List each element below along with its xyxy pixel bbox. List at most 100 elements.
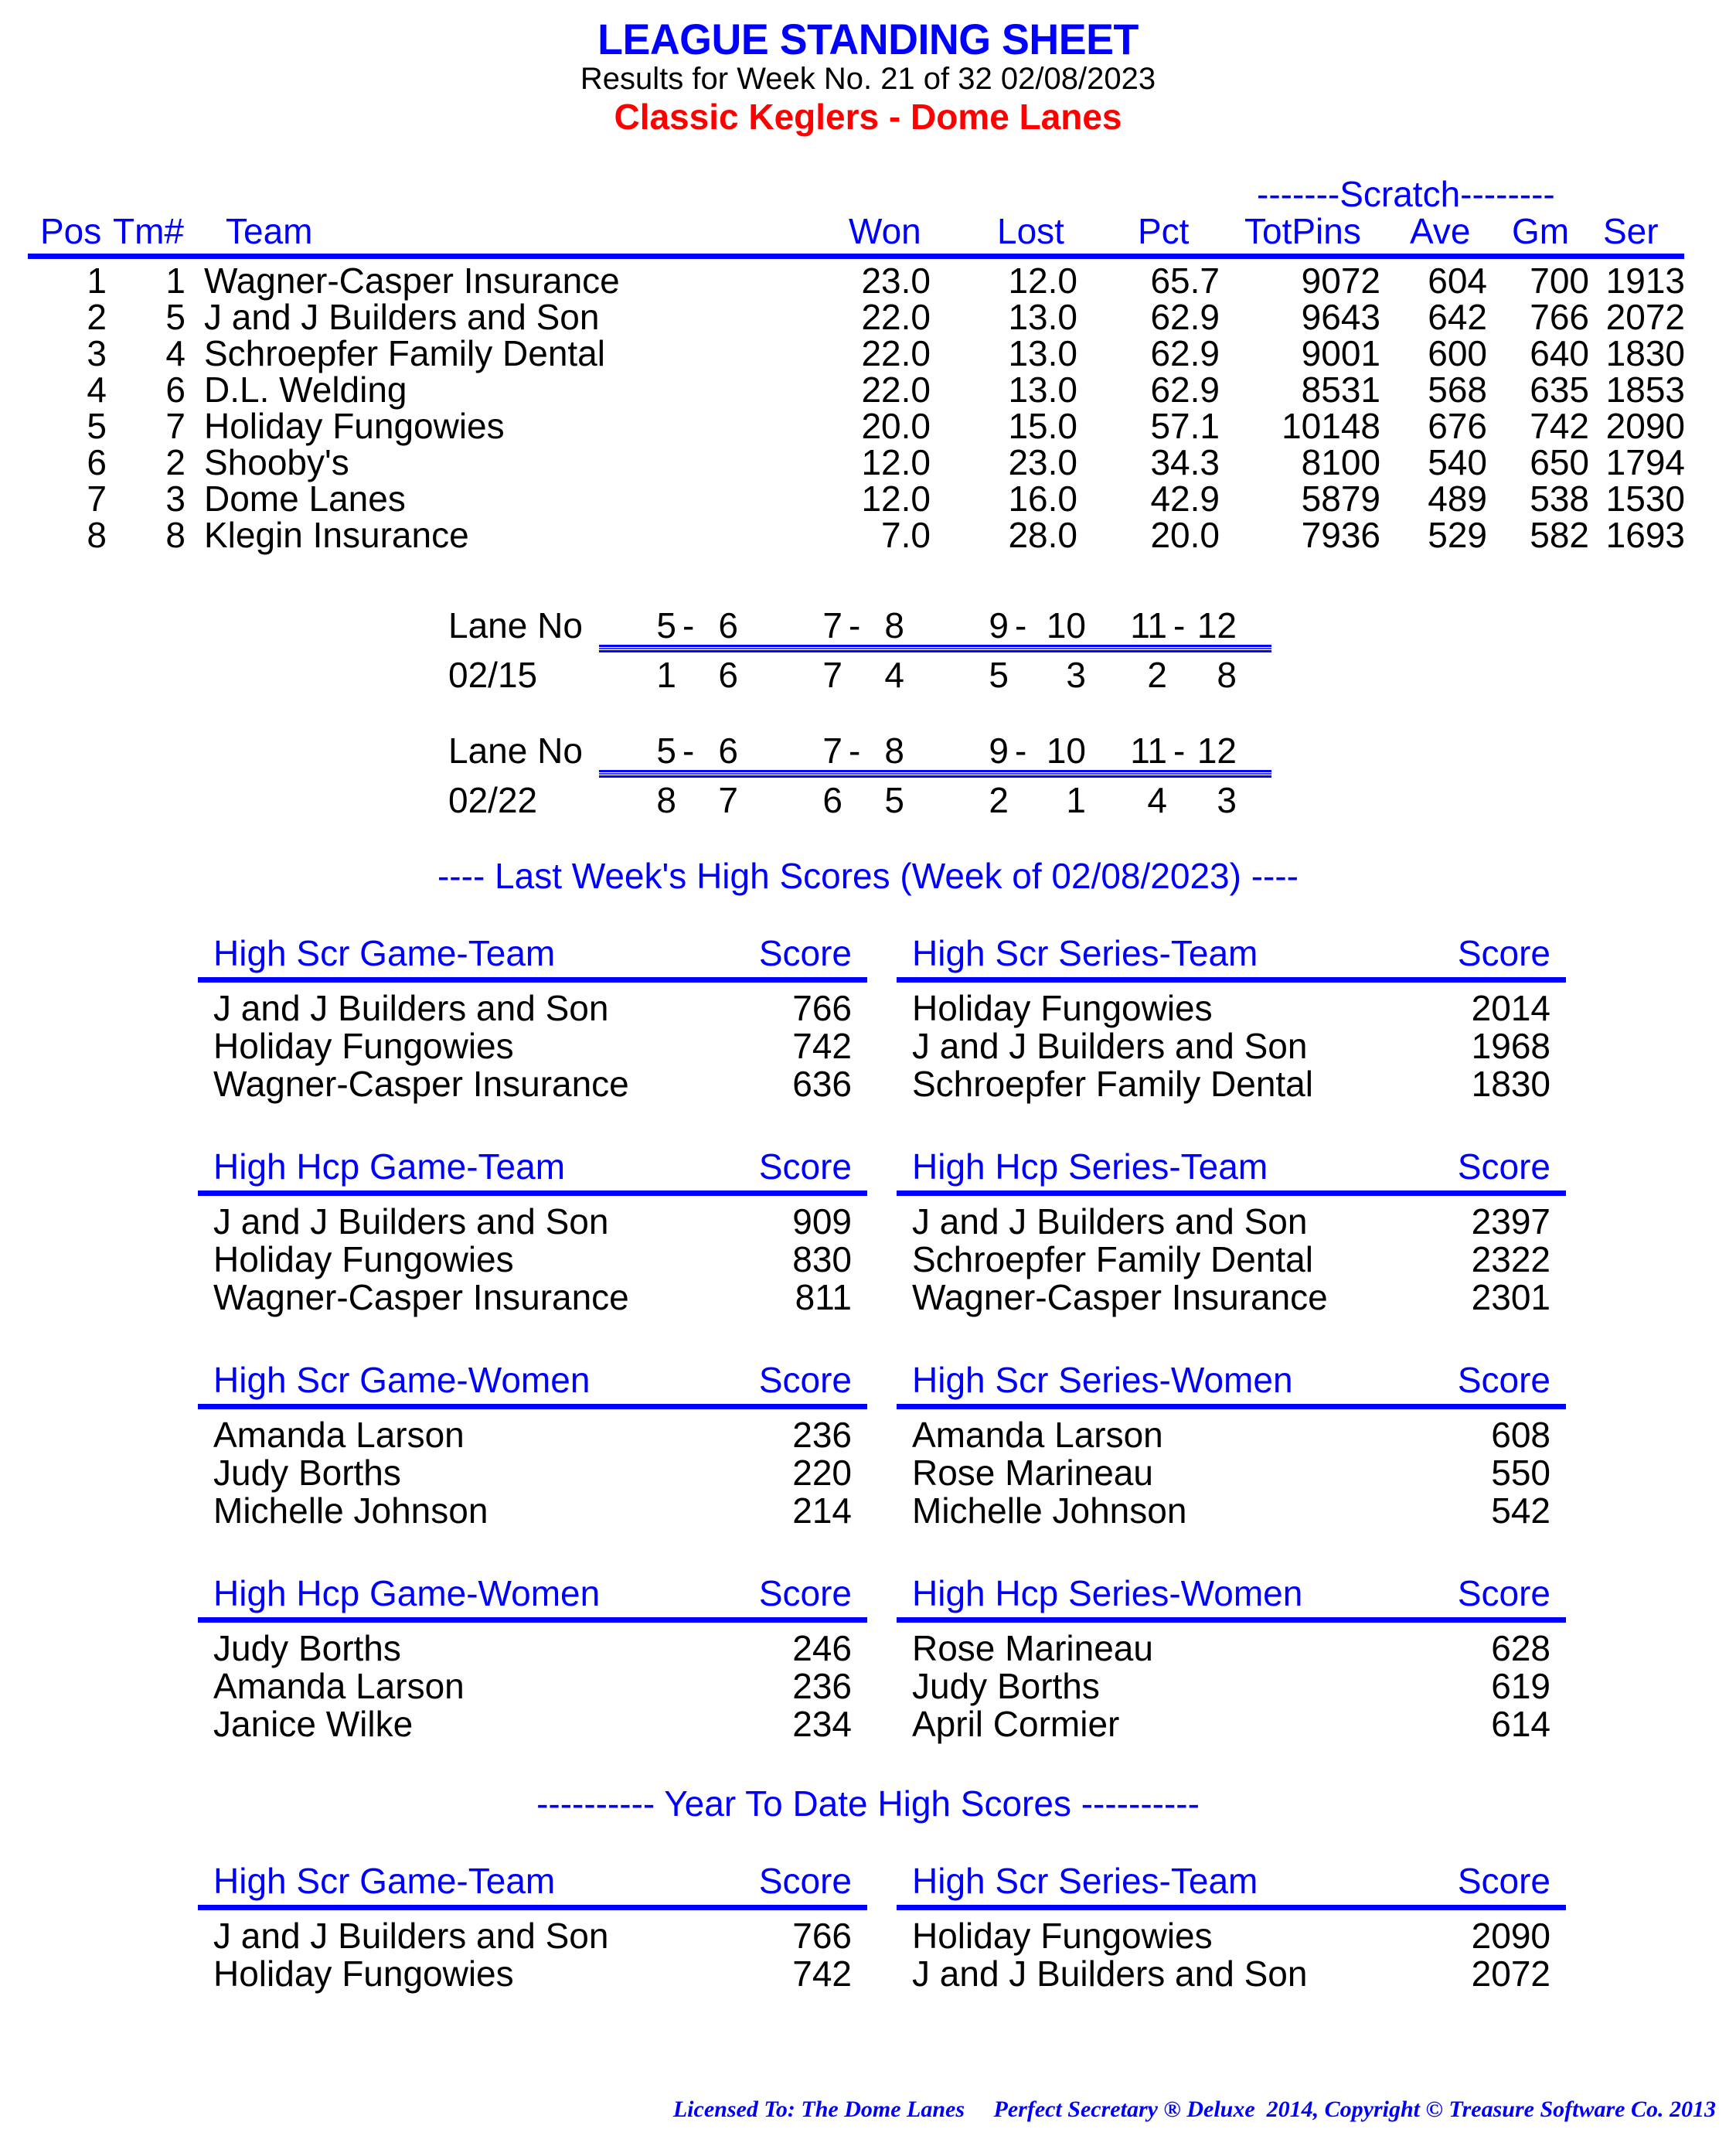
- pct-cell: 65.7: [1150, 261, 1220, 301]
- col-pct: Pct: [1138, 211, 1190, 251]
- lane-number: 6: [718, 731, 738, 771]
- score-column-label: Score: [758, 933, 852, 973]
- team-number: 3: [1066, 655, 1086, 695]
- standings-row: 7 3 Dome Lanes 12.0 16.0 42.9 5879 489 5…: [0, 478, 1736, 519]
- standings-row: 1 1 Wagner-Casper Insurance 23.0 12.0 65…: [0, 260, 1736, 301]
- lost-cell: 13.0: [1008, 370, 1077, 410]
- high-score-row: Judy Borths 220: [198, 1447, 867, 1493]
- pos-cell: 2: [87, 297, 107, 337]
- team-number: 8: [1217, 655, 1237, 695]
- high-score-header: High Scr Game-Team Score: [198, 932, 867, 976]
- lane-number: 7: [822, 731, 842, 771]
- high-score-box: High Scr Series-Team Score Holiday Fungo…: [897, 932, 1566, 1104]
- lost-cell: 12.0: [1008, 261, 1077, 301]
- ave-cell: 642: [1428, 297, 1487, 337]
- col-gm: Gm: [1512, 211, 1570, 251]
- high-score-row: April Cormier 614: [897, 1698, 1566, 1744]
- high-score-row: Schroepfer Family Dental 2322: [897, 1234, 1566, 1279]
- score-value: 234: [792, 1704, 852, 1744]
- lane-separator: -: [849, 731, 861, 771]
- gm-cell: 538: [1530, 479, 1589, 519]
- high-score-rule: [198, 1905, 867, 1910]
- totpins-cell: 10148: [1282, 406, 1380, 446]
- high-score-category: High Hcp Series-Women: [912, 1573, 1303, 1613]
- high-score-category: High Hcp Game-Women: [213, 1573, 601, 1613]
- high-score-row: J and J Builders and Son 909: [198, 1196, 867, 1242]
- lane-number: 9: [989, 731, 1009, 771]
- lane-rule: [599, 645, 1271, 652]
- lost-cell: 28.0: [1008, 515, 1077, 555]
- col-tm: Tm#: [113, 211, 184, 251]
- high-score-box: High Scr Series-Team Score Holiday Fungo…: [897, 1860, 1566, 1994]
- lane-number: 6: [718, 605, 738, 646]
- won-cell: 7.0: [881, 515, 931, 555]
- high-score-row: Wagner-Casper Insurance 811: [198, 1272, 867, 1317]
- team-number: 8: [656, 780, 676, 820]
- bowler-name: Janice Wilke: [213, 1704, 414, 1744]
- pct-cell: 42.9: [1150, 479, 1220, 519]
- ave-cell: 529: [1428, 515, 1487, 555]
- col-ave: Ave: [1410, 211, 1471, 251]
- high-score-rule: [897, 1191, 1566, 1196]
- high-score-category: High Scr Series-Team: [912, 933, 1258, 973]
- ser-cell: 1693: [1605, 515, 1685, 555]
- high-score-rule: [198, 977, 867, 983]
- lane-separator: -: [682, 731, 695, 771]
- score-column-label: Score: [758, 1360, 852, 1400]
- high-score-category: High Scr Series-Women: [912, 1360, 1293, 1400]
- high-score-rule: [198, 1191, 867, 1196]
- bowler-name: Wagner-Casper Insurance: [213, 1277, 629, 1317]
- team-number-cell: 7: [165, 406, 186, 446]
- col-lost: Lost: [997, 211, 1064, 251]
- schedule-date: 02/22: [448, 780, 538, 820]
- score-value: 811: [795, 1277, 852, 1317]
- col-team: Team: [226, 211, 313, 251]
- lane-no-label: Lane No: [448, 731, 583, 771]
- team-number-cell: 3: [165, 479, 186, 519]
- team-number: 7: [822, 655, 842, 695]
- score-column-label: Score: [1457, 1861, 1550, 1901]
- lane-number: 11: [1130, 605, 1167, 646]
- lane-number: 5: [656, 605, 676, 646]
- col-totpins: TotPins: [1244, 211, 1361, 251]
- team-name-cell: Wagner-Casper Insurance: [204, 261, 620, 301]
- scratch-group-label: -------Scratch--------: [1257, 174, 1555, 214]
- team-number: 1: [656, 655, 676, 695]
- team-number: 4: [884, 655, 904, 695]
- high-score-header: High Scr Series-Team Score: [897, 1860, 1566, 1903]
- team-name-cell: Dome Lanes: [204, 479, 406, 519]
- page-title: LEAGUE STANDING SHEET: [597, 15, 1139, 63]
- score-column-label: Score: [758, 1861, 852, 1901]
- team-number-cell: 4: [165, 333, 186, 373]
- high-score-row: Amanda Larson 608: [897, 1409, 1566, 1455]
- col-ser: Ser: [1603, 211, 1659, 251]
- bowler-name: Michelle Johnson: [213, 1490, 488, 1531]
- pos-cell: 5: [87, 406, 107, 446]
- standings-row: 4 6 D.L. Welding 22.0 13.0 62.9 8531 568…: [0, 369, 1736, 410]
- won-cell: 20.0: [861, 406, 931, 446]
- won-cell: 22.0: [861, 333, 931, 373]
- bowler-name: Holiday Fungowies: [213, 1954, 514, 1994]
- high-score-rule: [897, 977, 1566, 983]
- team-number: 2: [989, 780, 1009, 820]
- high-score-category: High Scr Series-Team: [912, 1861, 1258, 1901]
- gm-cell: 640: [1530, 333, 1589, 373]
- high-score-rule: [897, 1617, 1566, 1623]
- ave-cell: 568: [1428, 370, 1487, 410]
- high-score-row: Judy Borths 246: [198, 1623, 867, 1668]
- won-cell: 23.0: [861, 261, 931, 301]
- lane-number: 12: [1196, 731, 1237, 771]
- ser-cell: 1794: [1605, 442, 1685, 482]
- score-value: 742: [792, 1954, 852, 1994]
- ave-cell: 489: [1428, 479, 1487, 519]
- pct-cell: 57.1: [1150, 406, 1220, 446]
- totpins-cell: 8100: [1301, 442, 1380, 482]
- bowler-name: Michelle Johnson: [912, 1490, 1187, 1531]
- ser-cell: 2072: [1605, 297, 1685, 337]
- high-score-category: High Scr Game-Team: [213, 1861, 556, 1901]
- lane-separator: -: [1173, 731, 1186, 771]
- high-score-category: High Scr Game-Women: [213, 1360, 591, 1400]
- gm-cell: 650: [1530, 442, 1589, 482]
- pos-cell: 6: [87, 442, 107, 482]
- pos-cell: 7: [87, 479, 107, 519]
